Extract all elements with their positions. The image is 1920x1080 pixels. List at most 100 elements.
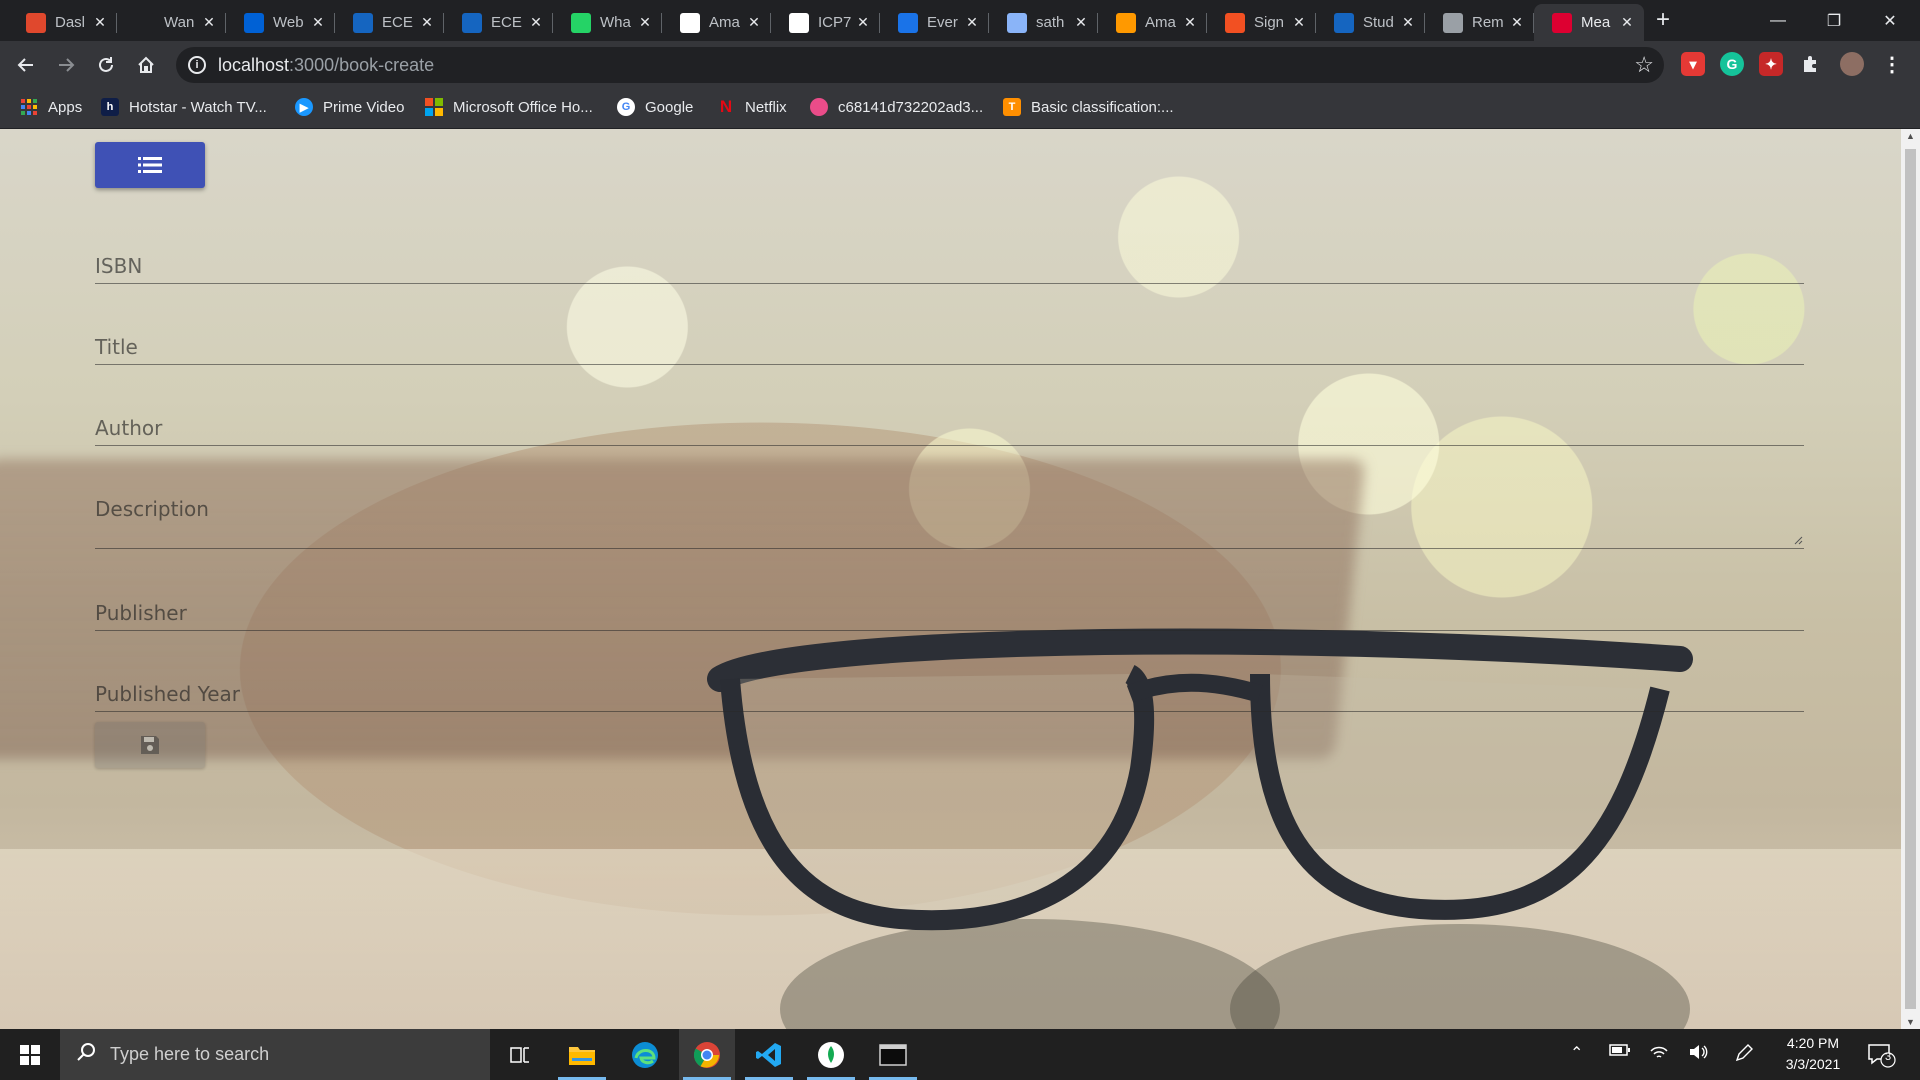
description-label: Description bbox=[95, 497, 209, 521]
tab-close-icon[interactable]: ✕ bbox=[91, 14, 109, 31]
book-list-button[interactable] bbox=[95, 142, 205, 188]
description-textarea[interactable]: Description bbox=[95, 446, 1804, 549]
bookmark-apps[interactable]: Apps bbox=[20, 98, 82, 116]
bookmark-label: Apps bbox=[48, 98, 83, 116]
bookmark-google[interactable]: G Google bbox=[617, 98, 693, 116]
reload-button[interactable] bbox=[92, 51, 120, 79]
bookmark-dribbble[interactable]: c68141d732202ad3... bbox=[810, 98, 983, 116]
browser-tab[interactable]: ICP7 ✕ bbox=[771, 4, 880, 41]
taskbar-file-explorer[interactable] bbox=[554, 1029, 610, 1080]
new-tab-button[interactable]: + bbox=[1656, 8, 1670, 32]
browser-tab[interactable]: Ama ✕ bbox=[1098, 4, 1207, 41]
taskbar-vscode[interactable] bbox=[741, 1029, 797, 1080]
taskbar-terminal[interactable] bbox=[865, 1029, 921, 1080]
restore-button[interactable]: ❐ bbox=[1806, 0, 1862, 41]
battery-icon[interactable] bbox=[1609, 1043, 1631, 1062]
tab-close-icon[interactable]: ✕ bbox=[1618, 14, 1636, 31]
scroll-up-arrow-icon[interactable]: ▲ bbox=[1901, 131, 1920, 141]
taskbar-search-box[interactable]: Type here to search bbox=[60, 1029, 490, 1080]
tab-close-icon[interactable]: ✕ bbox=[854, 14, 872, 31]
browser-tab[interactable]: Wha ✕ bbox=[553, 4, 662, 41]
tab-close-icon[interactable]: ✕ bbox=[527, 14, 545, 31]
site-info-icon[interactable]: i bbox=[188, 56, 206, 74]
red-extension-icon[interactable]: ✦ bbox=[1759, 52, 1783, 76]
tab-close-icon[interactable]: ✕ bbox=[309, 14, 327, 31]
published-year-field[interactable]: Published Year bbox=[95, 631, 1804, 712]
browser-tab[interactable]: Stud ✕ bbox=[1316, 4, 1425, 41]
published-year-label: Published Year bbox=[95, 682, 240, 706]
action-center-button[interactable]: 3 bbox=[1866, 1039, 1896, 1069]
tab-label: sath bbox=[1036, 14, 1065, 31]
bookmark-office[interactable]: Microsoft Office Ho... bbox=[425, 98, 593, 116]
taskbar-chrome[interactable] bbox=[679, 1029, 735, 1080]
address-bar[interactable]: i localhost:3000/book-create ☆ bbox=[176, 47, 1664, 83]
tab-close-icon[interactable]: ✕ bbox=[200, 14, 218, 31]
page-viewport: ISBN Title Author Description Publisher … bbox=[0, 129, 1901, 1029]
terminal-icon bbox=[879, 1043, 907, 1066]
browser-tab[interactable]: Wan ✕ bbox=[117, 4, 226, 41]
home-button[interactable] bbox=[132, 51, 160, 79]
browser-tab[interactable]: Sign ✕ bbox=[1207, 4, 1316, 41]
apps-grid-icon bbox=[20, 98, 38, 116]
profile-avatar[interactable] bbox=[1840, 52, 1864, 76]
scroll-down-arrow-icon[interactable]: ▼ bbox=[1901, 1017, 1920, 1027]
taskbar-mongodb[interactable] bbox=[803, 1029, 859, 1080]
browser-tab[interactable]: Dasl ✕ bbox=[8, 4, 117, 41]
title-field[interactable]: Title bbox=[95, 284, 1804, 365]
url-text[interactable]: localhost:3000/book-create bbox=[218, 55, 434, 76]
back-button[interactable] bbox=[12, 51, 40, 79]
bookmark-hotstar[interactable]: h Hotstar - Watch TV... bbox=[101, 98, 267, 116]
page-scrollbar[interactable]: ▲ ▼ bbox=[1901, 129, 1920, 1029]
volume-icon[interactable] bbox=[1688, 1043, 1708, 1066]
browser-tab[interactable]: Ama ✕ bbox=[662, 4, 771, 41]
bookmark-prime-video[interactable]: ▶ Prime Video bbox=[295, 98, 404, 116]
taskbar-edge[interactable] bbox=[617, 1029, 673, 1080]
browser-tab[interactable]: ECE ✕ bbox=[444, 4, 553, 41]
clock-date: 3/3/2021 bbox=[1785, 1056, 1841, 1072]
bookmark-label: Microsoft Office Ho... bbox=[453, 98, 593, 116]
resize-grip-icon[interactable] bbox=[1793, 535, 1803, 545]
pocket-extension-icon[interactable]: ▾ bbox=[1681, 52, 1705, 76]
tab-close-icon[interactable]: ✕ bbox=[636, 14, 654, 31]
start-button[interactable] bbox=[0, 1029, 60, 1080]
tab-close-icon[interactable]: ✕ bbox=[1399, 14, 1417, 31]
browser-menu-icon[interactable]: ⋮ bbox=[1880, 52, 1904, 76]
tab-close-icon[interactable]: ✕ bbox=[418, 14, 436, 31]
tab-close-icon[interactable]: ✕ bbox=[745, 14, 763, 31]
bookmark-basic-classification[interactable]: T Basic classification:... bbox=[1003, 98, 1174, 116]
tab-close-icon[interactable]: ✕ bbox=[1290, 14, 1308, 31]
browser-tab[interactable]: Rem ✕ bbox=[1425, 4, 1534, 41]
browser-tab[interactable]: Web ✕ bbox=[226, 4, 335, 41]
netflix-icon: N bbox=[719, 97, 733, 116]
bookmark-netflix[interactable]: N Netflix bbox=[717, 97, 787, 116]
minimize-button[interactable]: — bbox=[1750, 0, 1806, 41]
browser-tab[interactable]: sath ✕ bbox=[989, 4, 1098, 41]
tab-label: ECE bbox=[382, 14, 413, 31]
browser-tab[interactable]: ECE ✕ bbox=[335, 4, 444, 41]
tab-close-icon[interactable]: ✕ bbox=[1508, 14, 1526, 31]
save-button[interactable] bbox=[95, 722, 205, 768]
tab-close-icon[interactable]: ✕ bbox=[1181, 14, 1199, 31]
browser-tab[interactable]: Mea ✕ bbox=[1534, 4, 1644, 41]
taskbar-clock[interactable]: 4:20 PM 3/3/2021 bbox=[1758, 1033, 1868, 1075]
tab-label: Web bbox=[273, 14, 304, 31]
forward-button[interactable] bbox=[52, 51, 80, 79]
author-field[interactable]: Author bbox=[95, 365, 1804, 446]
grammarly-extension-icon[interactable]: G bbox=[1720, 52, 1744, 76]
tab-close-icon[interactable]: ✕ bbox=[1072, 14, 1090, 31]
hotstar-icon: h bbox=[101, 98, 119, 116]
wifi-icon[interactable] bbox=[1649, 1043, 1669, 1066]
extensions-puzzle-icon[interactable] bbox=[1798, 52, 1822, 76]
task-view-button[interactable] bbox=[492, 1029, 548, 1080]
google-icon: G bbox=[617, 98, 635, 116]
bookmark-label: Prime Video bbox=[323, 98, 405, 116]
browser-tab[interactable]: Ever ✕ bbox=[880, 4, 989, 41]
publisher-field[interactable]: Publisher bbox=[95, 549, 1804, 631]
show-hidden-icons-chevron-icon[interactable]: ⌃ bbox=[1570, 1043, 1583, 1063]
pen-workspace-icon[interactable] bbox=[1734, 1043, 1754, 1068]
close-window-button[interactable]: ✕ bbox=[1862, 0, 1918, 41]
bookmark-star-icon[interactable]: ☆ bbox=[1634, 52, 1654, 78]
isbn-field[interactable]: ISBN bbox=[95, 213, 1804, 284]
scrollbar-thumb[interactable] bbox=[1905, 149, 1916, 1009]
tab-close-icon[interactable]: ✕ bbox=[963, 14, 981, 31]
